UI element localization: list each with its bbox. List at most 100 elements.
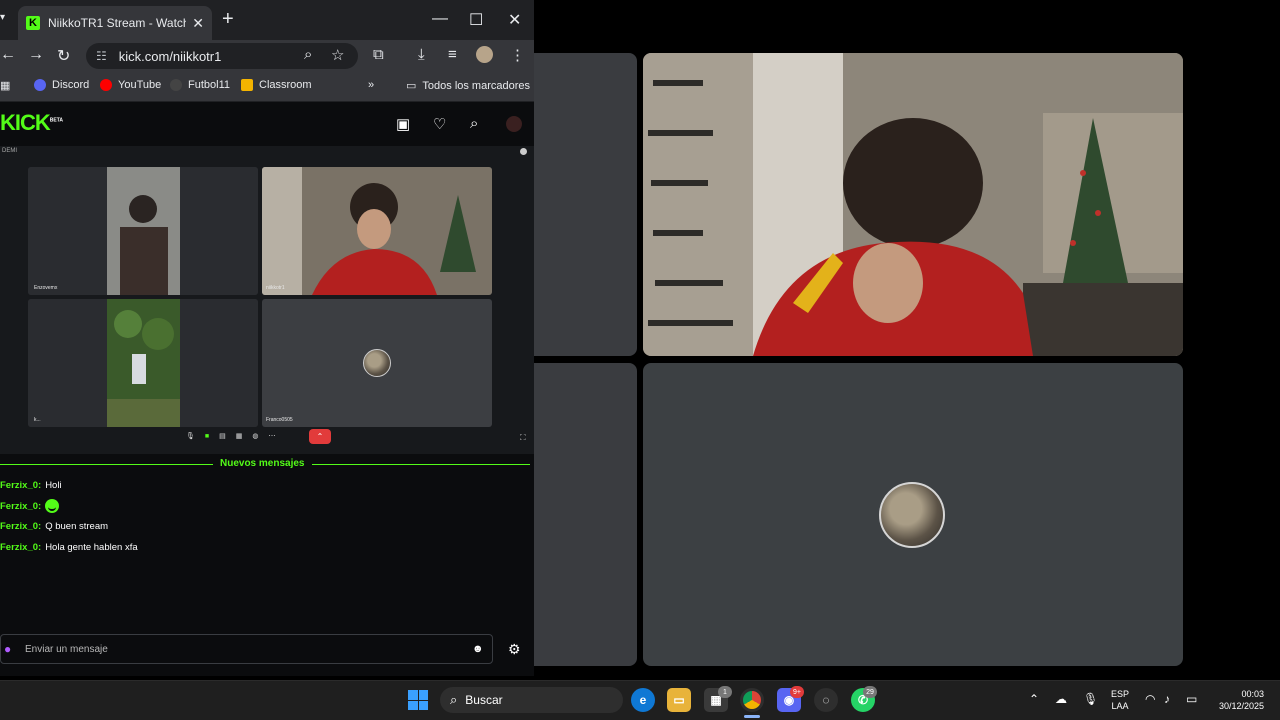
bookmark-discord[interactable]: Discord bbox=[34, 79, 89, 91]
forward-icon[interactable]: → bbox=[28, 46, 44, 64]
maximize-icon[interactable]: ☐ bbox=[469, 10, 483, 30]
chat-username[interactable]: Ferzix_0: bbox=[0, 542, 41, 553]
chat-message: Ferzix_0: Q buen stream bbox=[0, 521, 108, 532]
emote-icon bbox=[45, 499, 60, 513]
bookmark-youtube[interactable]: YouTube bbox=[100, 79, 161, 91]
edge-icon[interactable]: e bbox=[631, 688, 655, 712]
extensions-icon[interactable]: ⧉ bbox=[373, 46, 384, 63]
discord-badge: 9+ bbox=[790, 686, 804, 698]
following-heart-icon[interactable]: ♡ bbox=[433, 115, 446, 133]
voice-icon[interactable]: ● bbox=[4, 642, 11, 656]
call-tile-partial-bottom bbox=[534, 363, 637, 666]
browse-icon[interactable]: ▣ bbox=[396, 115, 410, 133]
windows-start-icon[interactable] bbox=[408, 690, 428, 710]
language-indicator[interactable]: ESP LAA bbox=[1111, 688, 1129, 712]
call-tile-camera[interactable] bbox=[643, 53, 1183, 356]
lang-layout: LAA bbox=[1111, 701, 1129, 711]
app-icon[interactable]: ◌ bbox=[814, 688, 838, 712]
folder-icon: ▭ bbox=[406, 80, 417, 92]
microphone-icon[interactable]: 🎙 bbox=[1083, 692, 1098, 706]
battery-icon[interactable]: ▭ bbox=[1186, 692, 1197, 706]
search-icon: ⌕ bbox=[450, 692, 458, 707]
back-icon[interactable]: ← bbox=[0, 46, 16, 64]
participant-video-2 bbox=[262, 167, 492, 295]
kick-logo[interactable]: KICKBETA bbox=[0, 110, 63, 136]
tile-name-1: Enzovemx bbox=[34, 285, 58, 291]
all-bookmarks[interactable]: ▭ Todos los marcadores bbox=[406, 79, 531, 93]
more-icon[interactable]: ⋯ bbox=[268, 432, 275, 440]
stream-tag: DEMI bbox=[2, 148, 17, 154]
tile-avatar bbox=[363, 349, 391, 377]
share-icon[interactable]: ◍ bbox=[252, 432, 258, 440]
search-icon[interactable]: ⌕ bbox=[470, 115, 478, 132]
download-icon[interactable]: ⤓ bbox=[418, 46, 425, 63]
clock-date: 30/12/2025 bbox=[1218, 701, 1264, 711]
browser-window: ▾ K NiikkoTR1 Stream - Watch Live ✕ + — … bbox=[0, 0, 534, 676]
minimize-icon[interactable]: — bbox=[432, 10, 448, 28]
bookmark-classroom[interactable]: Classroom bbox=[241, 79, 312, 91]
clock-time: 00:03 bbox=[1241, 689, 1264, 699]
chat-text: Q buen stream bbox=[45, 521, 109, 532]
tab-active[interactable]: K NiikkoTR1 Stream - Watch Live ✕ bbox=[18, 6, 212, 40]
kick-favicon-icon: K bbox=[26, 16, 40, 30]
bookmark-star-icon[interactable]: ☆ bbox=[331, 46, 344, 64]
camera-icon[interactable]: ■ bbox=[205, 433, 209, 440]
file-explorer-icon[interactable]: ▭ bbox=[667, 688, 691, 712]
new-messages-label: Nuevos mensajes bbox=[213, 458, 312, 469]
user-avatar[interactable] bbox=[506, 116, 522, 132]
discord-icon bbox=[34, 79, 46, 91]
captions-icon[interactable]: ▤ bbox=[219, 432, 226, 440]
profile-avatar[interactable] bbox=[476, 46, 493, 63]
chrome-icon[interactable] bbox=[740, 688, 764, 712]
chat-message: Ferzix_0: bbox=[0, 499, 60, 513]
window-close-icon[interactable]: ✕ bbox=[508, 10, 521, 30]
site-info-icon[interactable]: ☷ bbox=[96, 49, 107, 63]
address-bar[interactable]: ☷ kick.com/niikkotr1 bbox=[86, 43, 358, 69]
all-bookmarks-label: Todos los marcadores bbox=[422, 79, 531, 92]
gear-icon[interactable]: ⚙ bbox=[508, 641, 521, 658]
mic-icon[interactable]: 🎙 bbox=[186, 432, 195, 440]
emoji-icon[interactable]: ☻ bbox=[472, 643, 484, 655]
tile-name-3: k... bbox=[34, 417, 41, 423]
whatsapp-badge: 29 bbox=[863, 686, 877, 698]
url-text: kick.com/niikkotr1 bbox=[118, 48, 222, 64]
taskbar-search[interactable]: ⌕ Buscar bbox=[440, 687, 623, 713]
fullscreen-icon[interactable]: ⛶ bbox=[520, 433, 526, 443]
chat-bubble-icon[interactable] bbox=[520, 148, 527, 155]
youtube-icon bbox=[100, 79, 112, 91]
new-tab-button[interactable]: + bbox=[222, 8, 234, 31]
apps-icon[interactable]: ▦ bbox=[0, 79, 10, 92]
chat-username[interactable]: Ferzix_0: bbox=[0, 480, 41, 491]
bookmark-label: Discord bbox=[52, 79, 90, 91]
clock[interactable]: 00:03 30/12/2025 bbox=[1212, 688, 1264, 712]
chat-message: Ferzix_0: Holi bbox=[0, 480, 62, 491]
bookmark-label: YouTube bbox=[118, 79, 162, 91]
futbol11-icon bbox=[170, 79, 182, 91]
grid-icon[interactable]: ▦ bbox=[236, 432, 243, 440]
kick-header bbox=[0, 103, 534, 145]
zoom-icon[interactable]: ⌕ bbox=[304, 46, 312, 63]
camera-feed-image bbox=[643, 53, 1183, 356]
volume-icon[interactable]: ♪ bbox=[1164, 692, 1170, 706]
hangup-button[interactable]: ⌃ bbox=[309, 429, 331, 444]
close-icon[interactable]: ✕ bbox=[192, 15, 204, 32]
chat-username[interactable]: Ferzix_0: bbox=[0, 521, 41, 532]
tray-overflow-icon[interactable]: ⌃ bbox=[1029, 692, 1039, 706]
active-app-indicator bbox=[744, 715, 760, 718]
tab-search-icon[interactable]: ▾ bbox=[0, 12, 5, 23]
reload-icon[interactable]: ↻ bbox=[57, 46, 70, 66]
bookmark-label: Classroom bbox=[259, 79, 312, 91]
bookmarks-overflow-icon[interactable]: » bbox=[368, 79, 374, 91]
onedrive-icon[interactable]: ☁ bbox=[1055, 692, 1067, 706]
menu-icon[interactable]: ⋮ bbox=[510, 46, 525, 64]
tile-name-4: Franco0505 bbox=[266, 417, 293, 423]
media-control-icon[interactable]: ≡ bbox=[448, 46, 457, 63]
chat-text: Hola gente hablen xfa bbox=[45, 542, 138, 553]
participant-avatar bbox=[879, 482, 945, 548]
bookmark-futbol11[interactable]: Futbol11 bbox=[170, 79, 230, 91]
wifi-icon[interactable]: ◠ bbox=[1145, 692, 1155, 706]
video-tile-3: k... bbox=[28, 299, 258, 427]
chat-username[interactable]: Ferzix_0: bbox=[0, 501, 41, 512]
chat-input[interactable]: Enviar un mensaje bbox=[0, 634, 493, 664]
call-controls: 🎙 ■ ▤ ▦ ◍ ⋯ bbox=[186, 430, 275, 442]
